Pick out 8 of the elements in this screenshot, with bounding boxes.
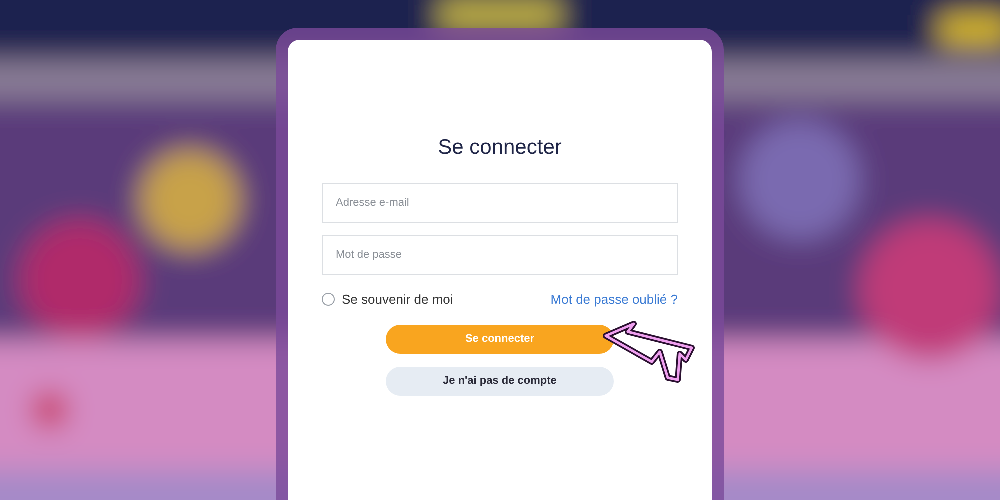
cursor-arrow-icon [600,318,698,386]
dialog-title: Se connecter [438,135,562,161]
no-account-button[interactable]: Je n'ai pas de compte [386,367,614,396]
forgot-password-link[interactable]: Mot de passe oublié ? [550,290,678,309]
input-field[interactable]: Mot de passe [322,234,678,274]
checkbox[interactable] [322,292,335,306]
checkbox-label: Se souvenir de moi [342,290,454,308]
input-field[interactable]: Adresse e-mail [322,182,678,222]
